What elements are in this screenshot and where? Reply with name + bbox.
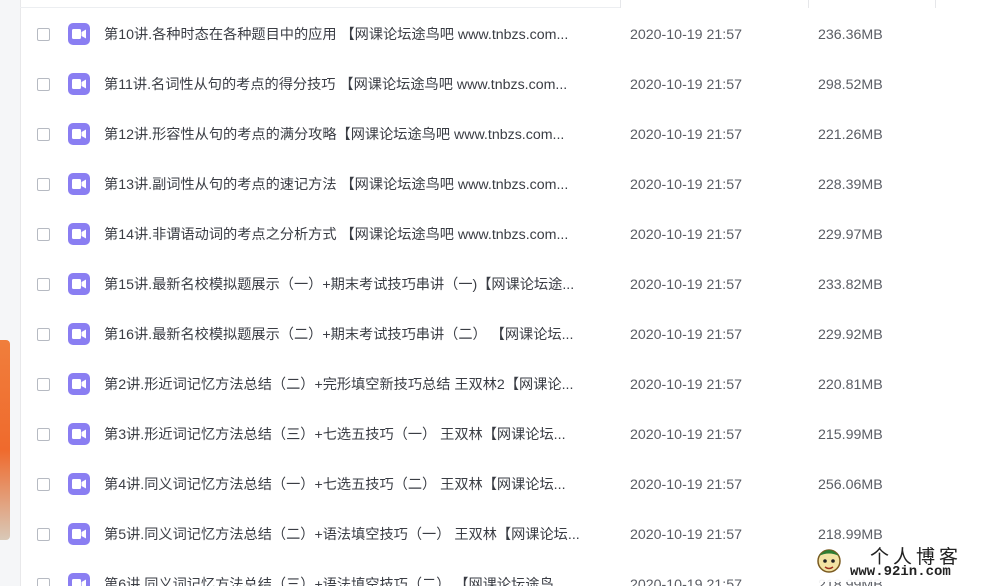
file-name[interactable]: 第2讲.形近词记忆方法总结（二）+完形填空新技巧总结 王双林2【网课论... — [104, 376, 614, 394]
video-file-icon — [68, 473, 90, 495]
row-checkbox[interactable] — [37, 78, 50, 91]
file-size: 229.92MB — [818, 327, 883, 343]
file-row[interactable]: 第13讲.副词性从句的考点的速记方法 【网课论坛途鸟吧 www.tnbzs.co… — [20, 160, 1006, 210]
file-name[interactable]: 第5讲.同义词记忆方法总结（二）+语法填空技巧（一） 王双林【网课论坛... — [104, 526, 614, 544]
file-row[interactable]: 第11讲.名词性从句的考点的得分技巧 【网课论坛途鸟吧 www.tnbzs.co… — [20, 60, 1006, 110]
file-row[interactable]: 第14讲.非谓语动词的考点之分析方式 【网课论坛途鸟吧 www.tnbzs.co… — [20, 210, 1006, 260]
file-size: 256.06MB — [818, 477, 883, 493]
file-size: 298.52MB — [818, 77, 883, 93]
file-browser: 第10讲.各种时态在各种题目中的应用 【网课论坛途鸟吧 www.tnbzs.co… — [0, 0, 1006, 586]
file-size: 228.39MB — [818, 177, 883, 193]
row-checkbox[interactable] — [37, 328, 50, 341]
watermark-url: www.92in.com — [850, 564, 951, 580]
file-name[interactable]: 第14讲.非谓语动词的考点之分析方式 【网课论坛途鸟吧 www.tnbzs.co… — [104, 226, 614, 244]
column-divider-end[interactable] — [935, 0, 936, 8]
file-size: 233.82MB — [818, 277, 883, 293]
row-checkbox[interactable] — [37, 578, 50, 586]
video-file-icon — [68, 373, 90, 395]
video-file-icon — [68, 323, 90, 345]
file-date: 2020-10-19 21:57 — [630, 127, 743, 143]
video-file-icon — [68, 223, 90, 245]
row-checkbox[interactable] — [37, 428, 50, 441]
file-name[interactable]: 第12讲.形容性从句的考点的满分攻略【网课论坛途鸟吧 www.tnbzs.com… — [104, 126, 614, 144]
file-size: 236.36MB — [818, 27, 883, 43]
file-date: 2020-10-19 21:57 — [630, 27, 743, 43]
file-name[interactable]: 第13讲.副词性从句的考点的速记方法 【网课论坛途鸟吧 www.tnbzs.co… — [104, 176, 614, 194]
video-file-icon — [68, 573, 90, 586]
sidebar-edge — [0, 0, 21, 586]
file-name[interactable]: 第4讲.同义词记忆方法总结（一）+七选五技巧（二） 王双林【网课论坛... — [104, 476, 614, 494]
file-date: 2020-10-19 21:57 — [630, 227, 743, 243]
file-row[interactable]: 第12讲.形容性从句的考点的满分攻略【网课论坛途鸟吧 www.tnbzs.com… — [20, 110, 1006, 160]
file-name[interactable]: 第16讲.最新名校模拟题展示（二）+期末考试技巧串讲（二） 【网课论坛... — [104, 326, 614, 344]
row-checkbox[interactable] — [37, 378, 50, 391]
file-date: 2020-10-19 21:57 — [630, 377, 743, 393]
video-file-icon — [68, 523, 90, 545]
row-checkbox[interactable] — [37, 28, 50, 41]
file-size: 229.97MB — [818, 227, 883, 243]
sidebar-thumbnail[interactable] — [0, 340, 10, 540]
file-date: 2020-10-19 21:57 — [630, 177, 743, 193]
file-name[interactable]: 第6讲.同义词记忆方法总结（三）+语法填空技巧（二） 【网课论坛途鸟... — [104, 576, 614, 586]
row-checkbox[interactable] — [37, 228, 50, 241]
file-row[interactable]: 第15讲.最新名校模拟题展示（一）+期末考试技巧串讲（一)【网课论坛途... 20… — [20, 260, 1006, 310]
file-name[interactable]: 第10讲.各种时态在各种题目中的应用 【网课论坛途鸟吧 www.tnbzs.co… — [104, 26, 614, 44]
file-date: 2020-10-19 21:57 — [630, 327, 743, 343]
video-file-icon — [68, 123, 90, 145]
video-file-icon — [68, 423, 90, 445]
video-file-icon — [68, 273, 90, 295]
video-file-icon — [68, 23, 90, 45]
file-name[interactable]: 第11讲.名词性从句的考点的得分技巧 【网课论坛途鸟吧 www.tnbzs.co… — [104, 76, 614, 94]
file-date: 2020-10-19 21:57 — [630, 577, 743, 586]
mascot-logo — [817, 549, 841, 573]
file-name[interactable]: 第15讲.最新名校模拟题展示（一）+期末考试技巧串讲（一)【网课论坛途... — [104, 276, 614, 294]
row-checkbox[interactable] — [37, 478, 50, 491]
file-date: 2020-10-19 21:57 — [630, 427, 743, 443]
watermark: 个人博客 www.92in.com — [808, 542, 1000, 582]
row-checkbox[interactable] — [37, 528, 50, 541]
header-border — [20, 7, 620, 8]
file-date: 2020-10-19 21:57 — [630, 277, 743, 293]
file-row[interactable]: 第4讲.同义词记忆方法总结（一）+七选五技巧（二） 王双林【网课论坛... 202… — [20, 460, 1006, 510]
file-row[interactable]: 第2讲.形近词记忆方法总结（二）+完形填空新技巧总结 王双林2【网课论... 20… — [20, 360, 1006, 410]
file-size: 215.99MB — [818, 427, 883, 443]
file-date: 2020-10-19 21:57 — [630, 477, 743, 493]
file-date: 2020-10-19 21:57 — [630, 527, 743, 543]
file-date: 2020-10-19 21:57 — [630, 77, 743, 93]
file-size: 220.81MB — [818, 377, 883, 393]
file-row[interactable]: 第3讲.形近词记忆方法总结（三）+七选五技巧（一） 王双林【网课论坛... 202… — [20, 410, 1006, 460]
file-row[interactable]: 第10讲.各种时态在各种题目中的应用 【网课论坛途鸟吧 www.tnbzs.co… — [20, 10, 1006, 60]
video-file-icon — [68, 173, 90, 195]
row-checkbox[interactable] — [37, 128, 50, 141]
row-checkbox[interactable] — [37, 178, 50, 191]
row-checkbox[interactable] — [37, 278, 50, 291]
column-divider-date[interactable] — [620, 0, 621, 8]
file-name[interactable]: 第3讲.形近词记忆方法总结（三）+七选五技巧（一） 王双林【网课论坛... — [104, 426, 614, 444]
file-row[interactable]: 第16讲.最新名校模拟题展示（二）+期末考试技巧串讲（二） 【网课论坛... 20… — [20, 310, 1006, 360]
column-divider-size[interactable] — [808, 0, 809, 8]
file-size: 221.26MB — [818, 127, 883, 143]
video-file-icon — [68, 73, 90, 95]
